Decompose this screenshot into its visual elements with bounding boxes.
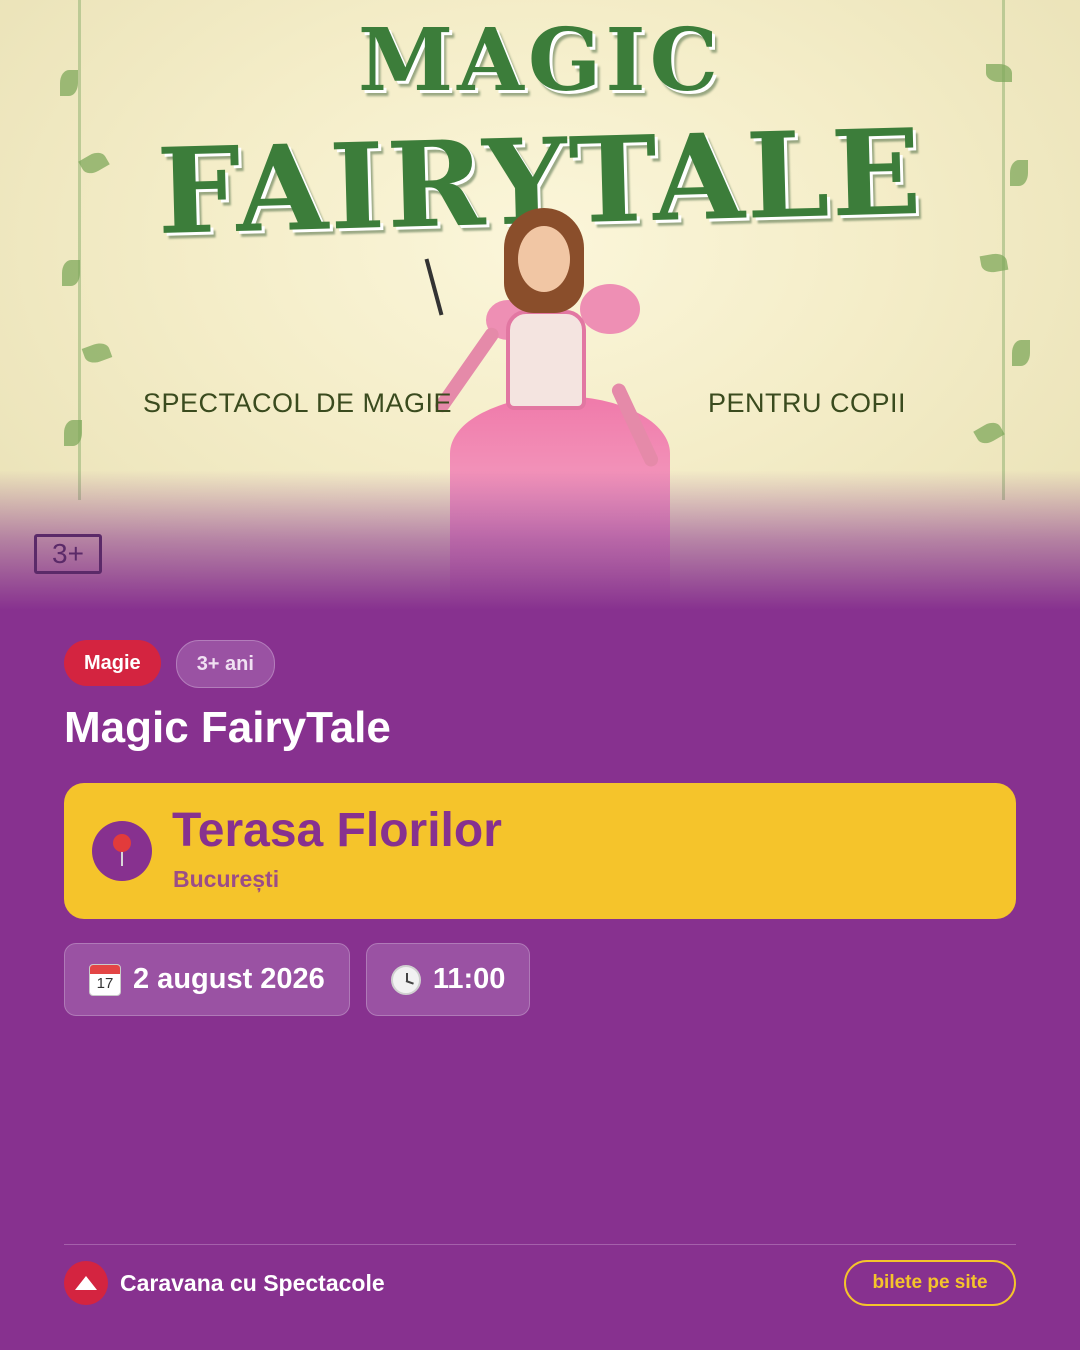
event-title: Magic FairyTale (64, 703, 391, 752)
clock-icon (390, 964, 421, 995)
leaf-decoration (973, 418, 1005, 448)
event-date: 2 august 2026 (133, 963, 325, 995)
time-chip[interactable]: 11:00 (365, 943, 531, 1016)
event-poster-image: MAGIC FAIRYTALE SPECTACOL DE MAGIE PENTR… (0, 0, 1080, 610)
category-tag[interactable]: Magie (64, 640, 161, 686)
circus-tent-icon (64, 1261, 108, 1305)
venue-city: București (173, 866, 280, 892)
venue-card[interactable]: Terasa Florilor București (64, 783, 1016, 919)
date-chip[interactable]: 17 2 august 2026 (64, 943, 350, 1016)
event-time: 11:00 (432, 963, 506, 995)
hero-fade-overlay (0, 470, 1080, 610)
leaf-decoration (64, 420, 82, 446)
leaf-decoration (81, 340, 113, 366)
poster-subtitle-left: SPECTACOL DE MAGIE (143, 388, 453, 418)
poster-subtitle-right: PENTRU COPII (708, 388, 907, 418)
leaf-decoration (62, 260, 80, 286)
footer-divider (64, 1244, 1016, 1245)
tickets-button[interactable]: bilete pe site (844, 1260, 1016, 1306)
pin-icon (92, 821, 152, 881)
event-tags: Magie 3+ ani (64, 640, 275, 688)
footer-brand-name: Caravana cu Spectacole (120, 1270, 385, 1296)
magic-wand-icon (424, 258, 444, 316)
calendar-icon: 17 (89, 963, 121, 996)
age-tag[interactable]: 3+ ani (175, 640, 275, 688)
poster-age-badge: 3+ (34, 534, 102, 574)
poster-title-magic: MAGIC (357, 10, 723, 111)
venue-name: Terasa Florilor (172, 804, 502, 857)
schedule-row: 17 2 august 2026 11:00 (64, 943, 531, 1016)
leaf-decoration (1012, 340, 1030, 366)
